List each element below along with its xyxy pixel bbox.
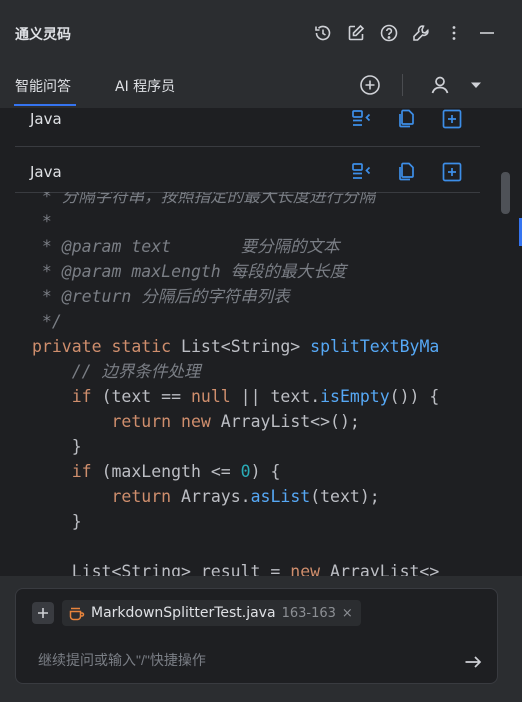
header-separator (402, 74, 403, 96)
code-token: 0 (240, 462, 251, 481)
history-icon[interactable] (312, 22, 334, 44)
code-language-label: Java (30, 163, 62, 181)
more-icon[interactable] (443, 22, 465, 44)
new-file-icon[interactable] (441, 161, 463, 183)
tab-bar: 智能问答 AI 程序员 (0, 66, 522, 108)
code-block-header: Java (15, 108, 480, 136)
code-token: List<String> result = (32, 562, 291, 576)
code-token: return (111, 487, 182, 506)
code-token: static (111, 337, 182, 356)
code-line: * (32, 209, 482, 234)
new-chat-icon[interactable] (357, 72, 383, 98)
code-line: private static List<String> splitTextByM… (32, 334, 482, 359)
code-token: ArrayList<>(); (220, 412, 360, 431)
scrollbar-thumb[interactable] (501, 172, 510, 214)
code-token: if (71, 462, 102, 481)
code-token: new (181, 412, 221, 431)
block-divider (15, 146, 480, 147)
insert-code-icon[interactable] (351, 108, 373, 130)
tab-smart-qa[interactable]: 智能问答 (15, 76, 71, 96)
code-line: if (maxLength <= 0) { (32, 459, 482, 484)
new-file-icon[interactable] (441, 108, 463, 130)
code-line: return new ArrayList<>(); (32, 409, 482, 434)
code-token: isEmpty (320, 387, 390, 406)
context-file-chip[interactable]: MarkdownSplitterTest.java 163-163 × (62, 600, 361, 626)
code-language-label: Java (30, 110, 62, 128)
code-token: } (32, 512, 82, 531)
code-token: private (32, 337, 112, 356)
java-file-icon (68, 605, 85, 622)
code-token: // 边界条件处理 (71, 362, 201, 381)
code-line: List<String> result = new ArrayList<> (32, 559, 482, 576)
code-token: * 分隔字符串，按照指定的最大长度进行分隔 (32, 192, 376, 206)
code-line: */ (32, 309, 482, 334)
input-area: MarkdownSplitterTest.java 163-163 × (0, 576, 522, 702)
code-token: List<String> (181, 337, 311, 356)
insert-code-icon[interactable] (351, 161, 373, 183)
code-line: * 分隔字符串，按照指定的最大长度进行分隔 (32, 192, 482, 209)
code-token: asList (250, 487, 311, 506)
code-block-header: Java (15, 161, 480, 189)
code-line: } (32, 434, 482, 459)
edit-icon[interactable] (345, 22, 367, 44)
chevron-down-icon[interactable] (463, 72, 489, 98)
context-file-name: MarkdownSplitterTest.java (91, 605, 276, 621)
code-token: */ (32, 312, 62, 331)
code-token: (maxLength <= (101, 462, 241, 481)
code-token: ()) { (389, 387, 440, 406)
code-token: if (71, 387, 102, 406)
code-token: * @param maxLength 每段的最大长度 (32, 262, 347, 281)
code-token: new (290, 562, 331, 576)
title-bar: 通义灵码 (0, 0, 522, 66)
context-line-range: 163-163 (281, 605, 336, 621)
help-icon[interactable] (378, 22, 400, 44)
tab-ai-programmer[interactable]: AI 程序员 (115, 76, 175, 96)
code-token: Arrays. (181, 487, 251, 506)
code-token: (text); (310, 487, 380, 506)
copy-icon[interactable] (396, 108, 418, 130)
app-title: 通义灵码 (15, 27, 71, 43)
code-token: || text. (230, 387, 321, 406)
wrench-icon[interactable] (410, 22, 432, 44)
chat-input[interactable] (38, 647, 438, 673)
code-line: } (32, 509, 482, 534)
active-tab-indicator (14, 104, 76, 106)
code-line: // 边界条件处理 (32, 359, 482, 384)
code-line: if (text == null || text.isEmpty()) { (32, 384, 482, 409)
chat-input-box: MarkdownSplitterTest.java 163-163 × (15, 588, 498, 684)
code-token: * @return 分隔后的字符串列表 (32, 287, 290, 306)
code-token: } (32, 437, 82, 456)
code-token: * @param text 要分隔的文本 (32, 237, 340, 256)
code-line: return Arrays.asList(text); (32, 484, 482, 509)
user-icon[interactable] (427, 72, 453, 98)
code-body[interactable]: * 分隔字符串，按照指定的最大长度进行分隔 * * @param text 要分… (32, 192, 482, 576)
code-token: return (111, 412, 182, 431)
code-token: splitTextByMa (310, 337, 440, 356)
code-token: null (190, 387, 231, 406)
close-icon[interactable]: × (342, 606, 353, 621)
code-line: * @param maxLength 每段的最大长度 (32, 259, 482, 284)
copy-icon[interactable] (396, 161, 418, 183)
minimize-icon[interactable] (476, 22, 498, 44)
code-token: ) { (250, 462, 281, 481)
code-line: * @return 分隔后的字符串列表 (32, 284, 482, 309)
code-token: * (32, 212, 52, 231)
send-icon[interactable] (460, 649, 486, 675)
add-context-button[interactable] (32, 602, 54, 624)
code-line: * @param text 要分隔的文本 (32, 234, 482, 259)
code-token: ArrayList<> (330, 562, 440, 576)
code-token: (text == (101, 387, 191, 406)
